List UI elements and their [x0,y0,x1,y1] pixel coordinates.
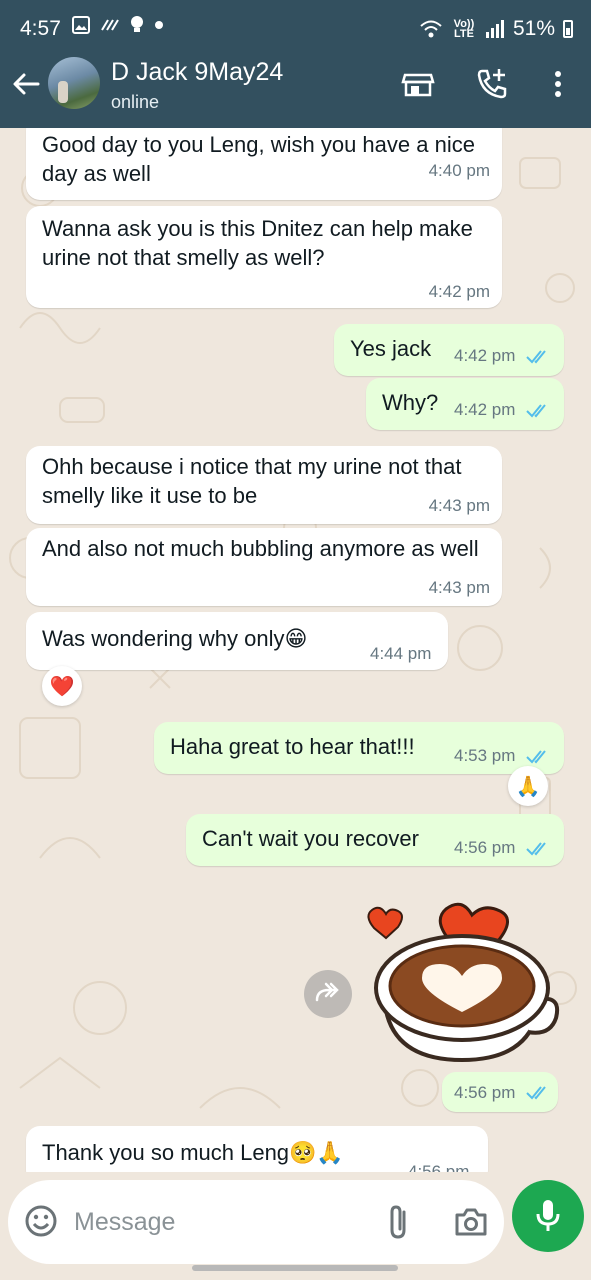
message-text: Haha great to hear that!!! [170,734,415,759]
cell-signal-icon [485,20,504,38]
store-icon[interactable] [400,66,436,102]
sticker-time-bubble: 4:56 pm [442,1072,558,1112]
message-text: Wanna ask you is this Dnitez can help ma… [42,216,473,270]
message-bubble-incoming[interactable]: And also not much bubbling anymore as we… [26,528,502,606]
message-time: 4:56 pm [454,838,516,857]
camera-icon[interactable] [454,1206,488,1238]
read-ticks-icon [526,350,546,364]
status-right: Vo)) LTE 51% [419,17,573,41]
forward-icon[interactable] [304,970,352,1018]
reaction-pray[interactable]: 🙏 [508,766,548,806]
read-ticks-icon [526,1086,546,1100]
message-bubble-incoming[interactable]: Wanna ask you is this Dnitez can help ma… [26,206,502,308]
message-bubble-incoming[interactable]: Ohh because i notice that my urine not t… [26,446,502,524]
bulb-icon [131,16,143,32]
attach-icon[interactable] [384,1204,414,1240]
message-text: Yes jack [350,336,432,361]
message-bubble-incoming[interactable]: Was wondering why only😁 4:44 pm [26,612,448,670]
top-bar: 4:57 Vo)) LTE 51% D Jack 9May24 online [0,0,591,128]
more-icon[interactable] [540,66,576,102]
message-time: 4:43 pm [428,578,490,597]
mic-icon [536,1200,560,1231]
contact-name[interactable]: D Jack 9May24 [111,58,283,87]
message-time: 4:56 pm [454,1083,516,1102]
dot-icon [155,21,163,29]
message-time: 4:42 pm [428,282,490,301]
message-time: 4:44 pm [370,644,432,663]
status-time: 4:57 [20,17,61,40]
battery-icon [563,20,573,38]
message-text: Was wondering why only😁 [42,626,308,651]
volte-label: Vo)) LTE [453,18,475,40]
message-bubble-outgoing[interactable]: Why? 4:42 pm [366,378,564,430]
read-ticks-icon [526,842,546,856]
message-text: Why? [382,390,439,415]
message-time: 4:43 pm [428,496,490,515]
message-time: 4:42 pm [454,346,516,365]
chat-area[interactable]: Good day to you Leng, wish you have a ni… [0,128,591,1172]
read-ticks-icon [526,404,546,418]
wifi-icon [420,20,442,38]
emoji-icon[interactable] [24,1204,58,1238]
status-bar: 4:57 Vo)) LTE 51% [0,0,591,56]
composer [0,1172,591,1280]
message-input[interactable] [74,1200,374,1244]
message-text: Can't wait you recover [202,826,419,851]
message-bubble-outgoing[interactable]: Can't wait you recover 4:56 pm [186,814,564,866]
message-time: 4:40 pm [428,161,490,180]
message-time: 4:42 pm [454,400,516,419]
reaction-heart[interactable]: ❤️ [42,666,82,706]
message-text: And also not much bubbling anymore as we… [42,536,479,561]
back-arrow-icon[interactable] [8,66,44,102]
signal-wave-icon [101,19,119,31]
message-text: Good day to you Leng, wish you have a ni… [42,132,475,186]
message-bubble-outgoing[interactable]: Yes jack 4:42 pm [334,324,564,376]
mic-button[interactable] [512,1180,584,1252]
gesture-bar[interactable] [192,1265,398,1271]
message-bubble-outgoing[interactable]: Haha great to hear that!!! 4:53 pm [154,722,564,774]
gallery-icon [72,16,90,34]
coffee-heart-sticker[interactable] [364,880,564,1070]
message-time: 4:56 pm [408,1162,470,1172]
battery-percent: 51% [512,17,555,40]
message-input-bar[interactable] [8,1180,504,1264]
message-bubble-incoming[interactable]: Good day to you Leng, wish you have a ni… [26,128,502,200]
notification-icons [72,15,164,35]
read-ticks-icon [526,750,546,764]
message-time: 4:53 pm [454,746,516,765]
avatar[interactable] [48,57,100,109]
add-call-icon[interactable] [474,66,510,102]
contact-presence: online [111,92,160,112]
message-bubble-incoming[interactable]: Thank you so much Leng🥺🙏 4:56 pm [26,1126,488,1172]
message-text: Thank you so much Leng🥺🙏 [42,1140,344,1165]
message-text: Ohh because i notice that my urine not t… [42,454,462,508]
